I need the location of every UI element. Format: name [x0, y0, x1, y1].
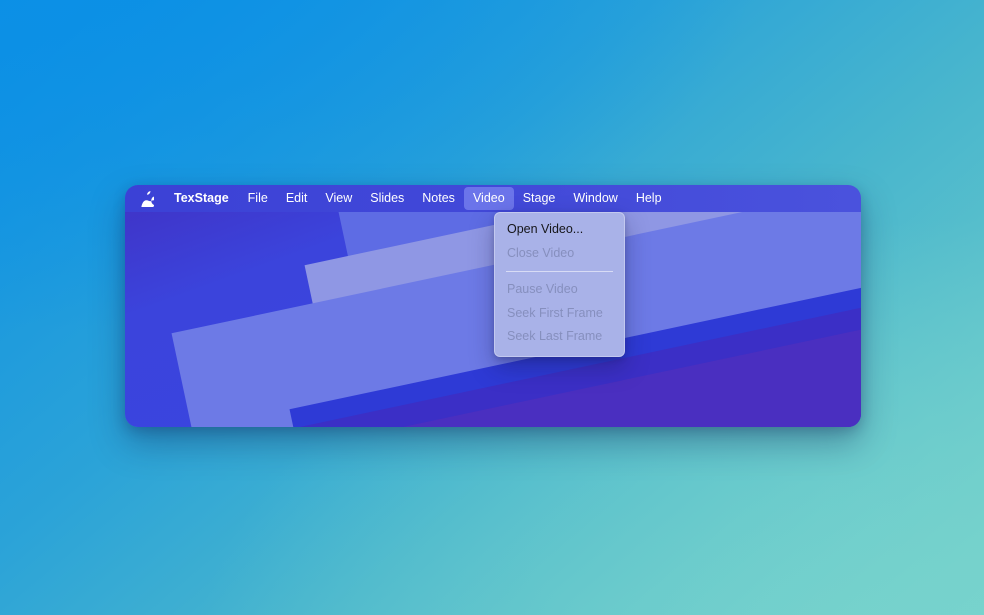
menubar: TexStage File Edit View Slides Notes Vid…	[125, 185, 861, 212]
menu-item-open-video[interactable]: Open Video...	[495, 218, 624, 242]
menubar-item-notes[interactable]: Notes	[413, 187, 464, 210]
menubar-item-help[interactable]: Help	[627, 187, 671, 210]
menu-separator	[506, 271, 613, 272]
menubar-item-edit[interactable]: Edit	[277, 187, 317, 210]
video-dropdown-menu: Open Video... Close Video Pause Video Se…	[494, 212, 625, 357]
menubar-item-window[interactable]: Window	[564, 187, 626, 210]
desktop-background: TexStage File Edit View Slides Notes Vid…	[0, 0, 984, 615]
apple-logo-icon	[141, 190, 154, 207]
menu-item-seek-first-frame: Seek First Frame	[507, 305, 603, 320]
menubar-item-view[interactable]: View	[316, 187, 361, 210]
app-window: TexStage File Edit View Slides Notes Vid…	[125, 185, 861, 427]
menu-item-pause-video: Pause Video	[507, 282, 578, 296]
menubar-item-stage[interactable]: Stage	[514, 187, 565, 210]
window-content-wallpaper	[125, 212, 861, 427]
menubar-item-file[interactable]: File	[239, 187, 277, 210]
apple-menu-button[interactable]	[135, 185, 164, 212]
menubar-item-slides[interactable]: Slides	[361, 187, 413, 210]
menu-item-close-video: Close Video	[507, 245, 575, 260]
menubar-item-texstage[interactable]: TexStage	[164, 187, 239, 210]
menubar-item-video[interactable]: Video	[463, 187, 514, 210]
menu-item-seek-last-frame: Seek Last Frame	[507, 329, 603, 343]
